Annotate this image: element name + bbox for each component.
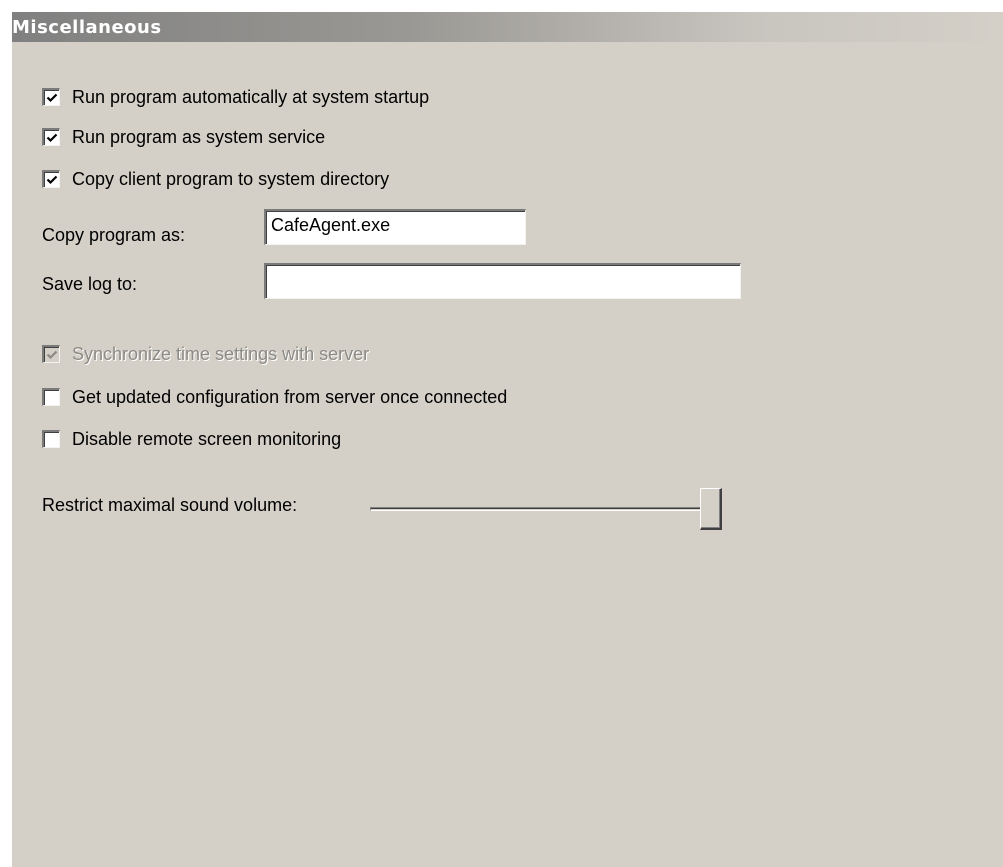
slider-track[interactable] [370, 507, 722, 511]
copy-to-system-dir-label: Copy client program to system directory [72, 168, 390, 189]
save-log-to-field[interactable] [264, 263, 741, 299]
run-at-startup-checkbox[interactable] [42, 88, 60, 106]
option-disable-remote-monitoring[interactable]: Disable remote screen monitoring [42, 427, 341, 451]
panel-title: Miscellaneous [12, 17, 162, 38]
run-as-service-checkbox[interactable] [42, 128, 60, 146]
check-icon [46, 93, 57, 102]
panel-header: Miscellaneous [12, 12, 1003, 42]
get-updated-config-label: Get updated configuration from server on… [72, 386, 508, 407]
disable-remote-monitoring-label: Disable remote screen monitoring [72, 428, 342, 449]
run-as-service-label: Run program as system service [72, 126, 326, 147]
sync-time-checkbox [42, 345, 60, 363]
sound-volume-label: Restrict maximal sound volume: [42, 495, 298, 515]
slider-thumb[interactable] [700, 488, 722, 530]
sound-volume-slider[interactable] [370, 488, 730, 532]
get-updated-config-checkbox[interactable] [42, 388, 60, 406]
copy-program-as-field[interactable]: CafeAgent.exe [264, 209, 526, 245]
disable-remote-monitoring-checkbox[interactable] [42, 430, 60, 448]
sync-time-label-wrap: Synchronize time settings with server [72, 344, 369, 365]
copy-program-as-label: Copy program as: [42, 225, 186, 245]
check-icon [46, 133, 57, 142]
option-run-as-service[interactable]: Run program as system service [42, 125, 325, 149]
save-log-to-label: Save log to: [42, 274, 138, 294]
check-icon [46, 175, 57, 184]
copy-to-system-dir-checkbox[interactable] [42, 170, 60, 188]
sync-time-label: Synchronize time settings with server [72, 343, 370, 364]
run-at-startup-label: Run program automatically at system star… [72, 86, 430, 107]
miscellaneous-panel: Miscellaneous Run program automatically … [12, 12, 1003, 867]
option-copy-to-system-dir[interactable]: Copy client program to system directory [42, 167, 389, 191]
option-sync-time: Synchronize time settings with server [42, 342, 369, 366]
option-get-updated-config[interactable]: Get updated configuration from server on… [42, 385, 507, 409]
option-run-at-startup[interactable]: Run program automatically at system star… [42, 85, 429, 109]
check-icon [46, 350, 57, 359]
